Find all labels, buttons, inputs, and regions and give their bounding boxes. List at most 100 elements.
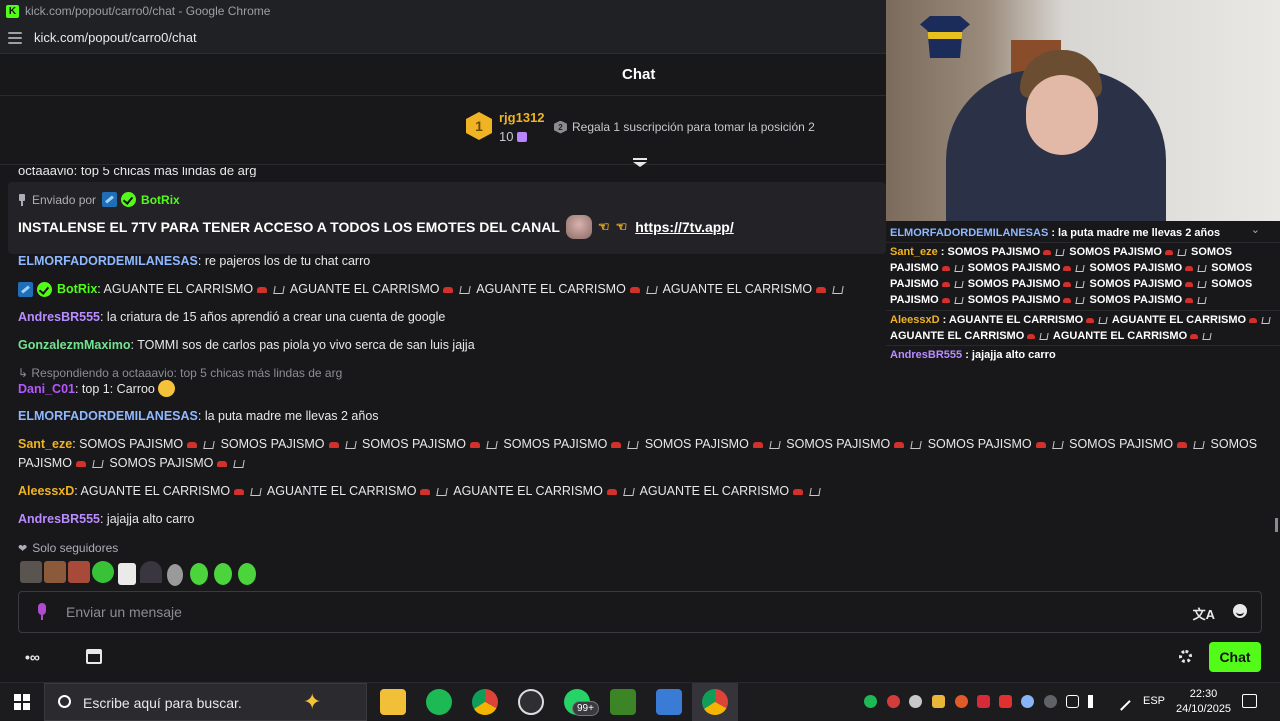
tray-icon[interactable] xyxy=(909,695,922,708)
translate-icon[interactable]: 文A xyxy=(1193,604,1215,623)
leaderboard-prompt-text: Regala 1 suscripción para tomar la posic… xyxy=(572,120,815,134)
pinned-link[interactable]: https://7tv.app/ xyxy=(635,219,734,235)
display-icon[interactable] xyxy=(1066,695,1079,708)
pinned-user[interactable]: BotRix xyxy=(141,193,180,207)
infinity-icon[interactable]: •∞ xyxy=(25,649,40,665)
window-title: kick.com/popout/carro0/chat - Google Chr… xyxy=(25,4,271,18)
spotify-icon[interactable] xyxy=(426,689,452,715)
volume-icon[interactable] xyxy=(1088,695,1101,708)
tray-icon[interactable] xyxy=(955,695,968,708)
chat-username[interactable]: AndresBR555 xyxy=(18,512,100,526)
notification-center-icon[interactable] xyxy=(1242,694,1257,708)
laughing-emoji-icon xyxy=(157,380,175,397)
pin-icon[interactable] xyxy=(18,193,26,206)
chat-username[interactable]: GonzalezmMaximo xyxy=(18,338,131,352)
cart-emote-icon xyxy=(1075,281,1086,288)
taskbar-search-placeholder[interactable]: Escribe aquí para buscar. xyxy=(83,695,242,711)
chat-username[interactable]: BotRix xyxy=(57,282,97,296)
tray-icon[interactable] xyxy=(1044,695,1057,708)
emote-icon[interactable] xyxy=(214,563,232,585)
cart-emote-icon xyxy=(233,460,246,468)
scrollbar[interactable] xyxy=(1275,518,1278,532)
tray-icon[interactable] xyxy=(1021,695,1034,708)
chat-message: AndresBR555: jajajja alto carro xyxy=(18,512,194,526)
car-emote-icon xyxy=(234,489,245,495)
taskbar-search[interactable]: Escribe aquí para buscar. ✦ xyxy=(44,683,367,721)
file-explorer-icon[interactable] xyxy=(380,689,406,715)
chrome-icon[interactable] xyxy=(472,689,498,715)
emote-icon[interactable] xyxy=(68,561,90,583)
message-input[interactable]: Enviar un mensaje 文A xyxy=(18,591,1262,633)
heart-icon: ❤ xyxy=(18,542,28,555)
overlay-username[interactable]: Sant_eze xyxy=(890,246,938,258)
cart-emote-icon xyxy=(769,441,781,449)
chat-text: SOMOS PAJISMO xyxy=(358,437,466,451)
chat-username[interactable]: AleessxD xyxy=(18,484,74,498)
emote-icon[interactable] xyxy=(167,564,183,586)
cart-emote-icon xyxy=(1051,441,1064,449)
cart-emote-icon xyxy=(486,441,498,449)
chat-message-continued: PAJISMO SOMOS PAJISMO xyxy=(18,456,247,470)
store-icon[interactable] xyxy=(86,649,102,664)
overlay-message: AleessxD : AGUANTE EL CARRISMO AGUANTE E… xyxy=(890,312,1278,344)
send-chat-button[interactable]: Chat xyxy=(1209,642,1261,672)
tray-icon[interactable] xyxy=(999,695,1012,708)
tune-icon[interactable] xyxy=(8,31,22,44)
overlay-username[interactable]: ELMORFADORDEMILANESAS xyxy=(890,227,1048,239)
emote-icon[interactable] xyxy=(190,563,208,585)
chat-username[interactable]: Sant_eze xyxy=(18,437,72,451)
car-emote-icon xyxy=(1185,282,1194,287)
gear-icon[interactable] xyxy=(1179,650,1192,663)
pen-icon[interactable] xyxy=(1112,692,1131,711)
car-emote-icon xyxy=(217,461,228,467)
car-emote-icon xyxy=(1027,334,1036,339)
emote-icon[interactable] xyxy=(140,561,162,583)
followers-only-notice: ❤ Solo seguidores xyxy=(18,541,118,555)
chat-username[interactable]: AndresBR555 xyxy=(18,310,100,324)
cart-emote-icon xyxy=(1055,249,1065,256)
emote-icon[interactable] xyxy=(238,563,256,585)
webcam-head xyxy=(1026,75,1098,155)
overlay-divider xyxy=(886,310,1280,311)
emote-icon[interactable] xyxy=(20,561,42,583)
notification-badge: 99+ xyxy=(572,701,599,716)
emoji-icon[interactable] xyxy=(1233,604,1247,618)
clock[interactable]: 22:30 24/10/2025 xyxy=(1176,687,1231,717)
obs-icon[interactable] xyxy=(518,689,544,715)
pinned-sent-by: Enviado por xyxy=(32,192,97,207)
webcam-overlay xyxy=(886,0,1280,221)
emote-icon[interactable] xyxy=(92,561,114,583)
overlay-username[interactable]: AleessxD xyxy=(890,314,940,326)
chat-username[interactable]: ELMORFADORDEMILANESAS xyxy=(18,409,198,423)
message-placeholder[interactable]: Enviar un mensaje xyxy=(66,604,182,620)
expand-icon[interactable] xyxy=(633,158,647,170)
leaderboard-prompt[interactable]: 2 Regala 1 suscripción para tomar la pos… xyxy=(554,120,815,134)
car-emote-icon xyxy=(752,442,763,448)
chat-username[interactable]: Dani_C01 xyxy=(18,382,75,396)
chat-text: SOMOS PAJISMO xyxy=(1065,437,1174,451)
pointing-hand-icon: ☜ xyxy=(597,219,610,234)
tray-icon[interactable] xyxy=(887,695,900,708)
spotify-tray-icon[interactable] xyxy=(864,695,877,708)
chrome-active-icon[interactable] xyxy=(702,689,728,715)
windows-icon[interactable] xyxy=(14,694,30,710)
leaderboard-user[interactable]: rjg1312 xyxy=(499,110,545,125)
emote-icon[interactable] xyxy=(44,561,66,583)
minecraft-icon[interactable] xyxy=(610,689,636,715)
overlay-username[interactable]: AndresBR555 xyxy=(890,349,962,361)
chat-message: AndresBR555: la criatura de 15 años apre… xyxy=(18,310,445,324)
tray-icon[interactable] xyxy=(977,695,990,708)
overlay-text: SOMOS PAJISMO xyxy=(1086,294,1183,306)
chat-username[interactable]: ELMORFADORDEMILANESAS xyxy=(18,254,198,268)
language-indicator[interactable]: ESP xyxy=(1143,695,1165,707)
tray-icon[interactable] xyxy=(932,695,945,708)
emote-icon[interactable] xyxy=(118,563,136,585)
overlay-message: AndresBR555 : jajajja alto carro xyxy=(890,347,1278,363)
mic-icon[interactable] xyxy=(37,603,47,621)
url-text[interactable]: kick.com/popout/carro0/chat xyxy=(34,30,197,45)
gift-sub-icon: 2 xyxy=(554,120,567,134)
store-app-icon[interactable] xyxy=(656,689,682,715)
address-bar[interactable]: kick.com/popout/carro0/chat xyxy=(0,22,886,54)
car-emote-icon xyxy=(793,489,804,495)
car-emote-icon xyxy=(328,442,339,448)
